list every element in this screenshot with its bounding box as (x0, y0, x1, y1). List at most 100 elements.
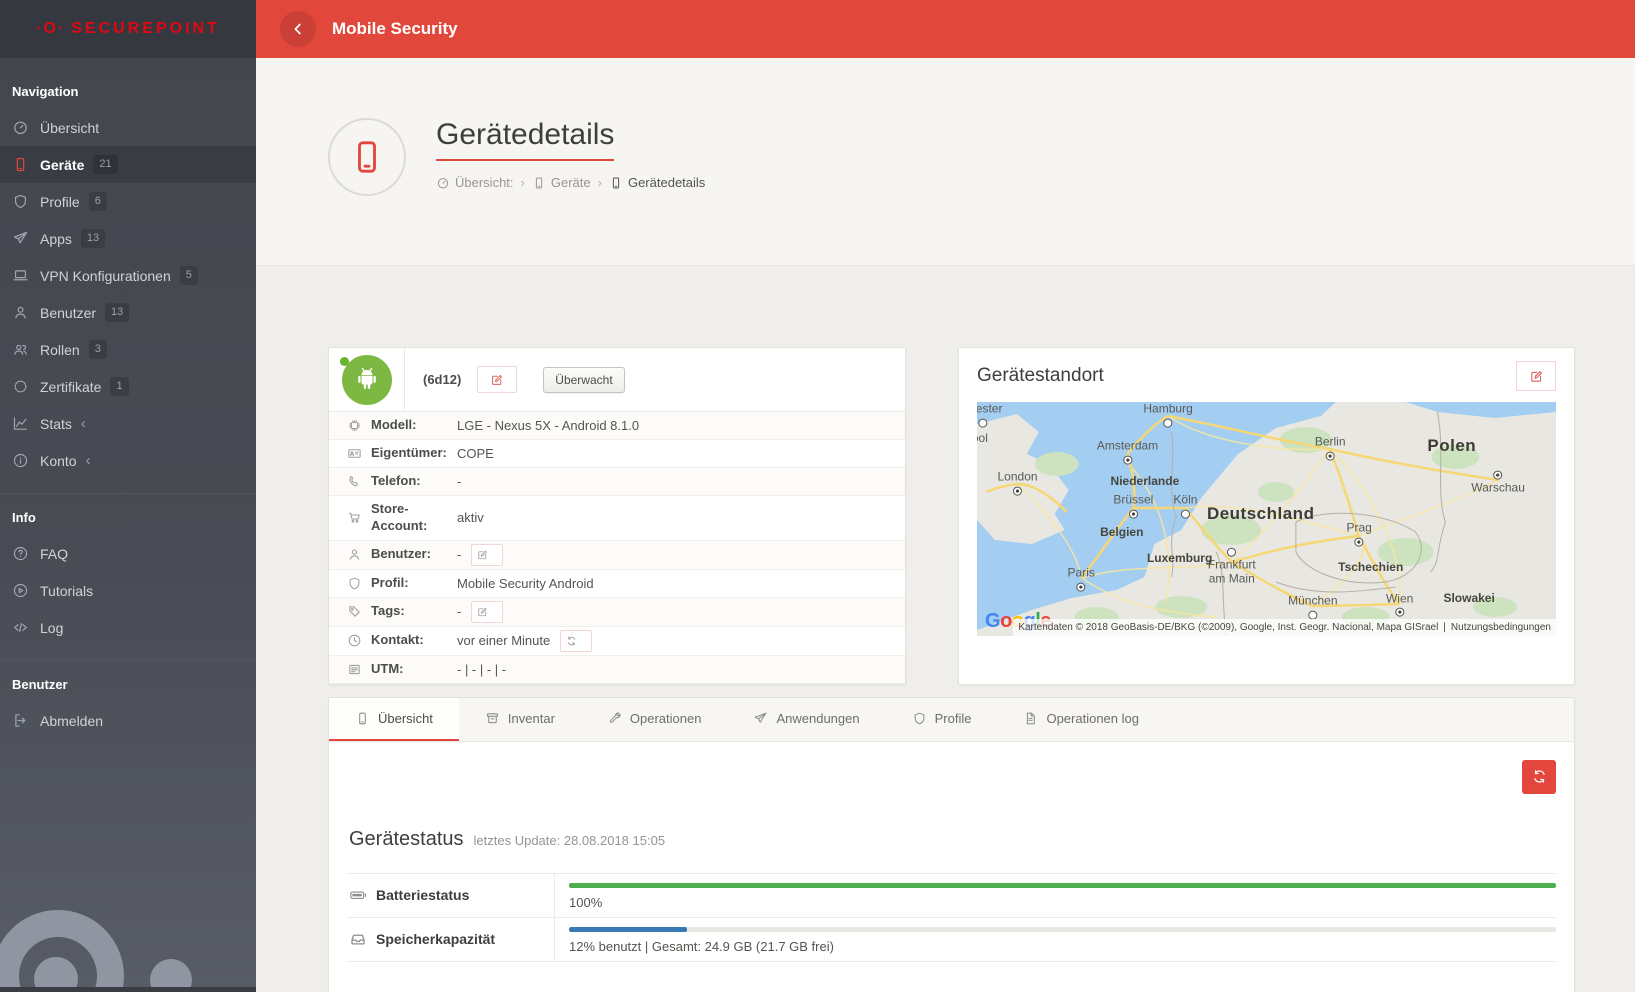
sidebar-item-abmelden[interactable]: Abmelden (0, 702, 256, 739)
map[interactable]: chester ool London Amsterdam Niederlande (977, 402, 1556, 636)
status-row-speicherkapazitaet: Speicherkapazität12% benutzt | Gesamt: 2… (347, 918, 1556, 962)
brand-logo[interactable]: ·O· SECUREPOINT (0, 0, 256, 58)
edit-pencil-icon (475, 549, 490, 561)
monitored-status-button[interactable]: Überwacht (543, 367, 624, 393)
edit-button[interactable] (471, 544, 503, 566)
tab-uebersicht[interactable]: Übersicht (329, 698, 459, 741)
storage-icon (349, 930, 367, 948)
device-info-value: - (457, 474, 461, 489)
sidebar-item-tutorials[interactable]: Tutorials (0, 572, 256, 609)
device-row-tags: Tags:- (329, 598, 905, 627)
sidebar-item-faq[interactable]: FAQ (0, 535, 256, 572)
sidebar-item-apps[interactable]: Apps13 (0, 220, 256, 257)
nav-list: Abmelden (0, 702, 256, 739)
breadcrumb: Übersicht: › Geräte › Gerätedetails (436, 175, 705, 190)
sidebar-item-label: VPN Konfigurationen (40, 268, 171, 284)
count-badge: 1 (110, 377, 128, 396)
page-content: (6d12) Überwacht Modell:LGE - Nexus 5X -… (256, 266, 1635, 992)
device-row-store-account: Store-Account:aktiv (329, 496, 905, 541)
nav-section-header: Info (0, 494, 256, 535)
sidebar-item-label: Profile (40, 194, 80, 210)
sidebar-item-zertifikate[interactable]: Zertifikate 1 (0, 368, 256, 405)
wrench-icon (607, 711, 622, 726)
refresh-status-button[interactable] (1522, 760, 1556, 794)
map-card-header: Gerätestandort (959, 348, 1574, 402)
info-icon (12, 452, 29, 469)
sidebar-item-log[interactable]: Log (0, 609, 256, 646)
shield-icon (912, 711, 927, 726)
sidebar-item-label: Zertifikate (40, 379, 101, 395)
nav-section-info: Info FAQ Tutorials Log (0, 493, 256, 652)
sidebar-item-profile[interactable]: Profile 6 (0, 183, 256, 220)
gauge-icon (12, 119, 29, 136)
paper-plane-icon (753, 711, 768, 726)
device-avatar-cell (329, 348, 405, 411)
tab-operationen-log[interactable]: Operationen log (997, 698, 1165, 741)
count-badge: 6 (89, 192, 107, 211)
device-type-avatar (328, 118, 406, 196)
breadcrumb-uebersicht[interactable]: Übersicht: (436, 175, 514, 190)
tab-profile[interactable]: Profile (886, 698, 998, 741)
breadcrumb-separator: › (598, 175, 602, 190)
archive-icon (485, 711, 500, 726)
progress-track (569, 883, 1556, 888)
sidebar-item-uebersicht[interactable]: Übersicht (0, 109, 256, 146)
device-info-label: Tags: (371, 598, 457, 625)
device-detail-panel: Übersicht Inventar Operationen Anwendung… (328, 697, 1575, 992)
last-update-timestamp: letztes Update: 28.08.2018 15:05 (474, 833, 666, 848)
shield-icon (347, 576, 362, 591)
edit-device-name-button[interactable] (477, 366, 517, 393)
sidebar-item-stats[interactable]: Stats‹ (0, 405, 256, 442)
breadcrumb-geraete[interactable]: Geräte (532, 175, 591, 190)
sidebar-item-label: Stats (40, 416, 72, 432)
device-name: (6d12) (423, 372, 461, 387)
breadcrumb-separator: › (521, 175, 525, 190)
count-badge: 5 (180, 266, 198, 285)
device-info-value: - (457, 547, 461, 562)
terms-link[interactable]: Nutzungsbedingungen (1451, 622, 1551, 633)
device-row-utm: UTM:- | - | - | - (329, 656, 905, 684)
tab-operationen[interactable]: Operationen (581, 698, 728, 741)
sidebar-item-vpn-konfigurationen[interactable]: VPN Konfigurationen 5 (0, 257, 256, 294)
page-header-text: Gerätedetails Übersicht: › Geräte › Gerä… (436, 118, 705, 190)
device-info-label: Telefon: (371, 468, 457, 495)
device-card-header: (6d12) Überwacht (329, 348, 905, 412)
sidebar-item-label: FAQ (40, 546, 68, 562)
chip-icon (347, 418, 362, 433)
nav-list: Übersicht Geräte21 Profile 6 Apps13 VPN K… (0, 109, 256, 479)
device-info-value: - (457, 604, 461, 619)
play-circle-icon (12, 582, 29, 599)
cart-icon (347, 510, 362, 525)
sidebar-item-label: Abmelden (40, 713, 103, 729)
nav-section-navigation: Navigation Übersicht Geräte21 Profile 6 A… (0, 68, 256, 485)
sidebar-item-label: Tutorials (40, 583, 93, 599)
question-icon (12, 545, 29, 562)
device-row-profil: Profil:Mobile Security Android (329, 570, 905, 598)
page-scroll-area: Gerätedetails Übersicht: › Geräte › Gerä… (256, 58, 1635, 992)
sidebar-item-geraete[interactable]: Geräte21 (0, 146, 256, 183)
android-robot-icon (352, 365, 382, 395)
refresh-button[interactable] (560, 630, 592, 652)
device-info-value: LGE - Nexus 5X - Android 8.1.0 (457, 418, 639, 433)
sidebar-item-konto[interactable]: Konto‹ (0, 442, 256, 479)
edit-pencil-icon (490, 373, 504, 387)
sidebar: ·O· SECUREPOINT Navigation Übersicht Ger… (0, 0, 256, 992)
sidebar-item-benutzer[interactable]: Benutzer13 (0, 294, 256, 331)
nav-section-header: Navigation (0, 68, 256, 109)
back-button[interactable] (280, 11, 316, 47)
edit-button[interactable] (471, 601, 503, 623)
edit-location-button[interactable] (1516, 361, 1556, 391)
tab-inventar[interactable]: Inventar (459, 698, 581, 741)
map-attribution: Kartendaten © 2018 GeoBasis-DE/BKG (©200… (1013, 619, 1556, 636)
brand-logo-text: SECUREPOINT (71, 20, 220, 38)
section-title: Gerätestatus (349, 828, 464, 851)
sidebar-item-label: Benutzer (40, 305, 96, 321)
device-info-value: - | - | - | - (457, 662, 506, 677)
sidebar-item-rollen[interactable]: Rollen3 (0, 331, 256, 368)
edit-pencil-icon (475, 606, 490, 618)
breadcrumb-geraetedetails: Gerätedetails (609, 175, 705, 190)
count-badge: 13 (81, 229, 105, 248)
refresh-icon (1531, 768, 1548, 785)
device-row-eigentuemer: Eigentümer:COPE (329, 440, 905, 468)
tab-anwendungen[interactable]: Anwendungen (727, 698, 885, 741)
